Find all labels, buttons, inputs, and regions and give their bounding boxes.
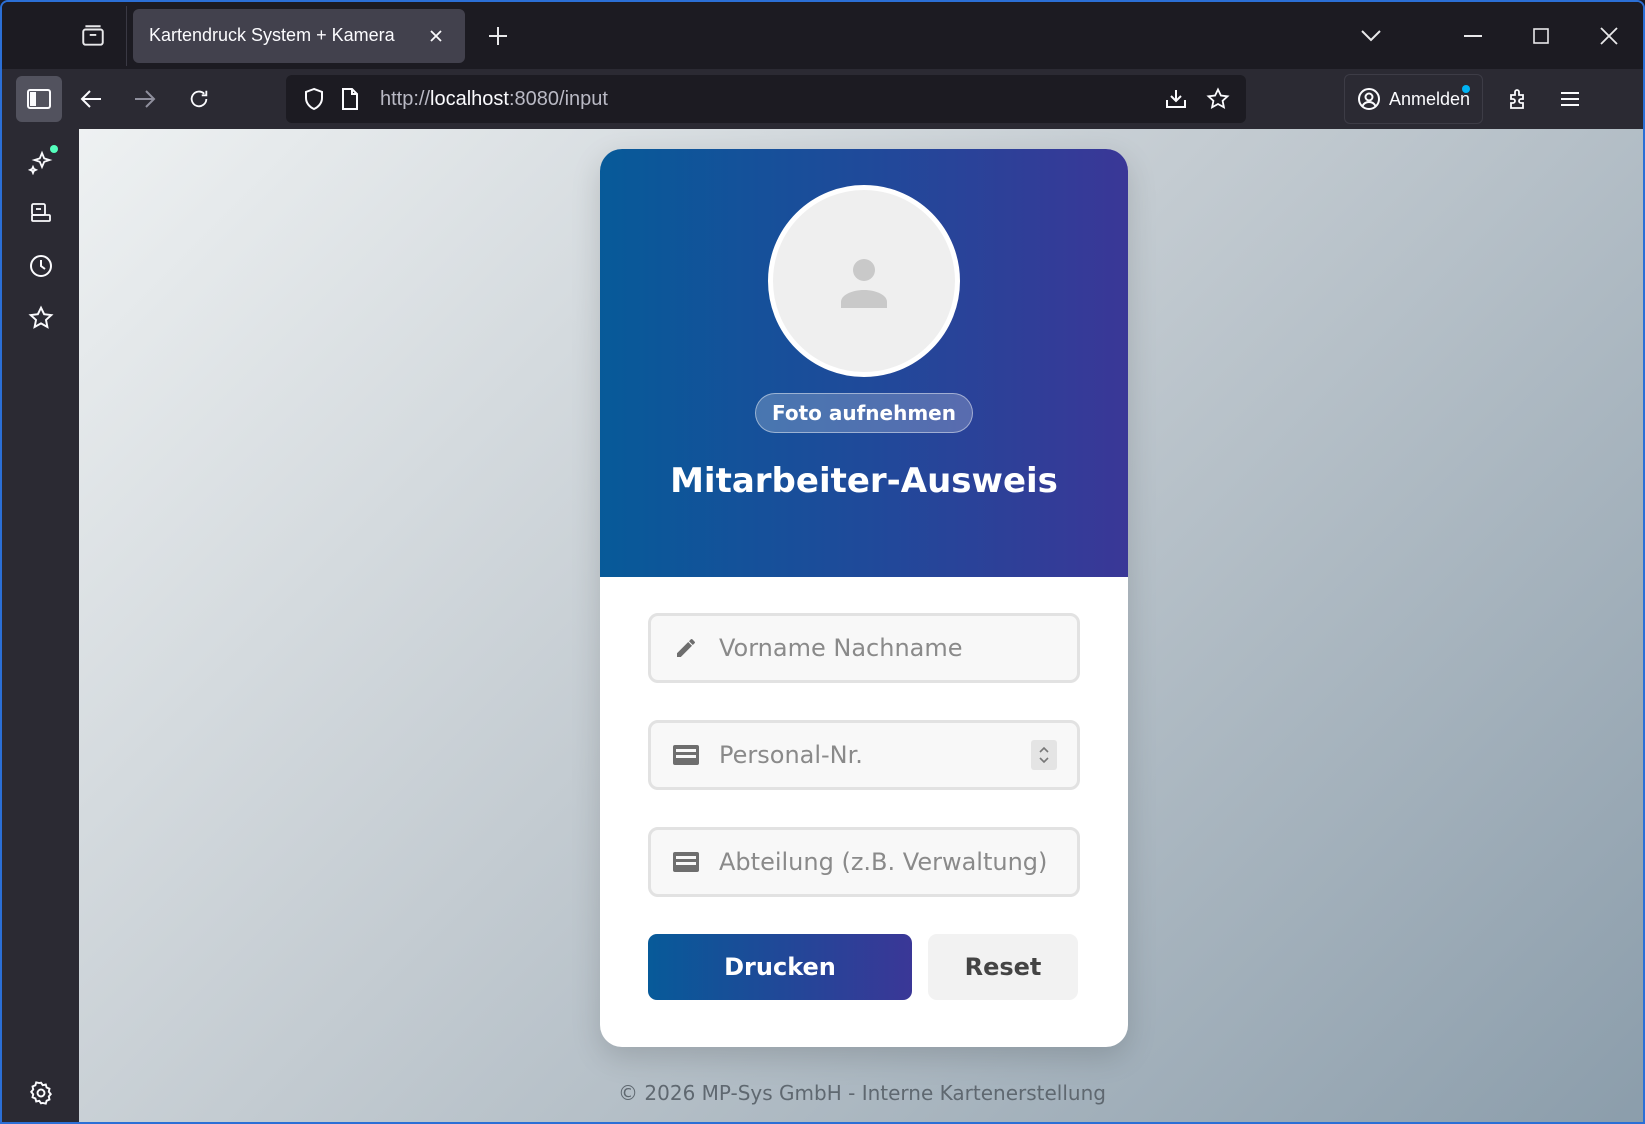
title-bar: Kartendruck System + Kamera	[2, 2, 1643, 69]
sidebar-settings-button[interactable]	[18, 1070, 64, 1116]
card-title: Mitarbeiter-Ausweis	[670, 461, 1058, 501]
gear-icon	[29, 1081, 52, 1105]
arrow-left-icon	[80, 90, 101, 108]
ai-chatbot-button[interactable]	[18, 139, 64, 185]
nav-toolbar: http://localhost:8080/input Anmelden	[2, 69, 1643, 129]
url-bar[interactable]: http://localhost:8080/input	[286, 75, 1246, 123]
print-button[interactable]: Drucken	[648, 934, 912, 1000]
new-tab-button[interactable]	[473, 11, 523, 61]
browser-window: Kartendruck System + Kamera http://local…	[0, 0, 1645, 1124]
history-button[interactable]	[18, 243, 64, 289]
url-host: localhost	[430, 87, 509, 110]
arrow-right-icon	[135, 90, 156, 108]
shield-icon[interactable]	[296, 81, 332, 117]
person-icon	[841, 259, 887, 308]
card-header: Foto aufnehmen Mitarbeiter-Ausweis	[600, 149, 1128, 577]
card-icon	[671, 847, 701, 877]
browser-sidebar	[2, 129, 79, 1122]
maximize-icon	[1533, 27, 1549, 44]
plus-icon	[489, 26, 507, 45]
star-icon	[27, 305, 54, 329]
extensions-button[interactable]	[1495, 76, 1541, 122]
take-photo-button[interactable]: Foto aufnehmen	[755, 393, 973, 433]
avatar	[768, 185, 960, 377]
list-all-tabs-button[interactable]	[1341, 2, 1401, 69]
department-field	[648, 827, 1080, 897]
reload-button[interactable]	[176, 76, 222, 122]
stepper-arrows-icon	[1039, 746, 1049, 764]
sparkle-icon	[27, 150, 52, 175]
synced-tabs-button[interactable]	[18, 191, 64, 237]
tab-active[interactable]: Kartendruck System + Kamera	[133, 8, 465, 63]
maximize-button[interactable]	[1507, 2, 1575, 69]
personal-nr-input[interactable]	[719, 741, 1031, 769]
status-dot	[49, 145, 58, 153]
page-icon[interactable]	[332, 81, 368, 117]
card-form: Drucken Reset	[600, 577, 1128, 1000]
sidebar-toggle-button[interactable]	[16, 76, 62, 122]
firefox-view-button[interactable]	[68, 11, 118, 61]
reset-button[interactable]: Reset	[928, 934, 1078, 1000]
notification-dot	[1462, 85, 1471, 93]
minimize-icon	[1464, 34, 1482, 37]
page-content: Foto aufnehmen Mitarbeiter-Ausweis Vorna…	[79, 129, 1643, 1122]
star-icon[interactable]	[1200, 81, 1236, 117]
personal-nr-field	[648, 720, 1080, 790]
close-icon	[1600, 26, 1618, 45]
number-stepper[interactable]	[1031, 740, 1057, 770]
footer-text: © 2026 MP-Sys GmbH - Interne Kartenerste…	[618, 1081, 1106, 1105]
signin-button[interactable]: Anmelden	[1344, 74, 1484, 124]
url-text[interactable]: http://localhost:8080/input	[380, 88, 1158, 111]
menu-button[interactable]	[1547, 76, 1593, 122]
reload-icon	[190, 90, 208, 108]
name-field	[648, 613, 1080, 683]
clock-icon	[29, 255, 52, 277]
download-icon[interactable]	[1158, 81, 1194, 117]
back-button[interactable]	[68, 76, 114, 122]
forward-button[interactable]	[122, 76, 168, 122]
chevron-down-icon	[1361, 29, 1381, 41]
button-row: Drucken Reset	[648, 934, 1080, 1000]
tab-list-icon	[82, 24, 104, 46]
card-icon	[671, 740, 701, 770]
bookmarks-button[interactable]	[18, 295, 64, 341]
name-input[interactable]	[719, 634, 1057, 662]
hamburger-icon	[1561, 92, 1580, 106]
minimize-button[interactable]	[1439, 2, 1507, 69]
close-icon	[430, 29, 442, 42]
id-card-form: Foto aufnehmen Mitarbeiter-Ausweis Vorna…	[600, 149, 1128, 1047]
pencil-icon	[671, 633, 701, 663]
account-icon	[1358, 88, 1380, 110]
synced-tabs-icon	[30, 203, 51, 222]
window-close-button[interactable]	[1575, 2, 1643, 69]
puzzle-icon	[1510, 89, 1524, 109]
signin-label: Anmelden	[1389, 88, 1471, 109]
url-scheme: http://	[380, 87, 431, 110]
tab-close-button[interactable]	[423, 23, 449, 49]
sidebar-icon	[27, 89, 51, 109]
department-input[interactable]	[719, 848, 1057, 876]
tab-separator	[126, 5, 127, 66]
tab-title: Kartendruck System + Kamera	[149, 25, 395, 45]
url-path: :8080/input	[508, 87, 608, 110]
